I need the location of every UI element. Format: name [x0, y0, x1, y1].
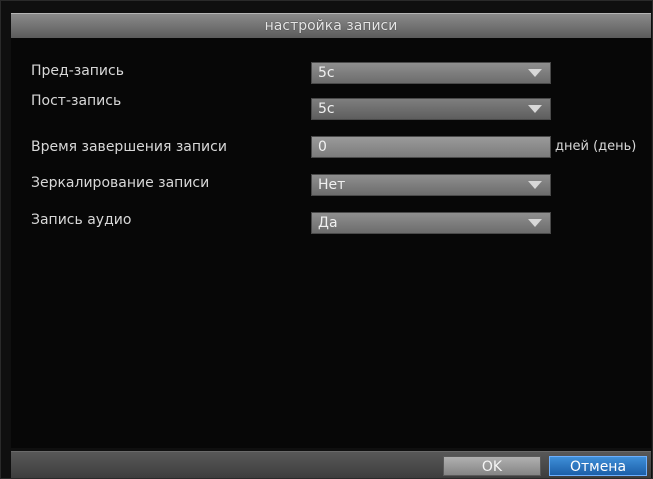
expiry-time-value: 0 [318, 139, 327, 155]
record-settings-dialog: настройка записи Пред-запись 5с Пост-зап… [0, 0, 653, 479]
pre-record-select[interactable]: 5с [311, 62, 551, 84]
pre-record-label: Пред-запись [31, 63, 124, 79]
post-record-value: 5с [318, 101, 335, 117]
ok-button[interactable]: OK [443, 456, 541, 476]
expiry-time-unit: дней (день) [555, 139, 637, 154]
mirror-record-label: Зеркалирование записи [31, 175, 210, 191]
dialog-title: настройка записи [11, 13, 651, 39]
audio-record-value: Да [318, 215, 338, 231]
post-record-label: Пост-запись [31, 93, 122, 109]
audio-record-select[interactable]: Да [311, 212, 551, 234]
expiry-time-label: Время завершения записи [31, 139, 227, 155]
audio-record-label: Запись аудио [31, 212, 132, 228]
cancel-button[interactable]: Отмена [549, 456, 647, 476]
mirror-record-select[interactable]: Нет [311, 174, 551, 196]
chevron-down-icon [528, 219, 542, 227]
chevron-down-icon [528, 105, 542, 113]
dialog-footer: OK Отмена [11, 451, 651, 478]
expiry-time-input[interactable]: 0 [311, 136, 551, 158]
pre-record-value: 5с [318, 65, 335, 81]
post-record-select[interactable]: 5с [311, 98, 551, 120]
chevron-down-icon [528, 181, 542, 189]
mirror-record-value: Нет [318, 177, 346, 193]
settings-panel: Пред-запись 5с Пост-запись 5с Время заве… [11, 38, 651, 448]
chevron-down-icon [528, 69, 542, 77]
